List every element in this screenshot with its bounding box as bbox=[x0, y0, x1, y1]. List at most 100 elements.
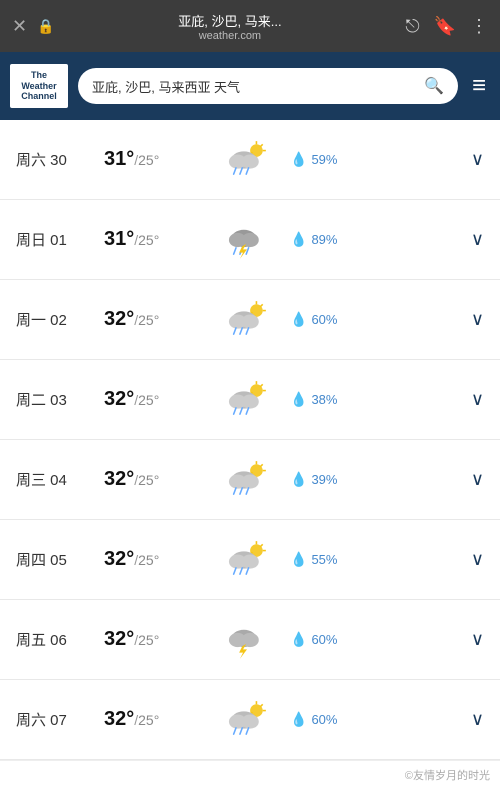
temp-high: 32° bbox=[104, 708, 134, 730]
temp-high: 31° bbox=[104, 228, 134, 250]
precip-value: 60% bbox=[311, 312, 337, 327]
temp-low: 25° bbox=[138, 712, 159, 728]
search-icon: 🔍 bbox=[424, 76, 444, 96]
temp-high: 32° bbox=[104, 628, 134, 650]
expand-chevron-icon[interactable]: ∨ bbox=[471, 469, 484, 490]
watermark: ©友情岁月的时光 bbox=[0, 760, 500, 789]
temp-high: 31° bbox=[104, 148, 134, 170]
day-label: 周二 03 bbox=[16, 389, 96, 410]
precipitation-label: 💧 89% bbox=[290, 231, 350, 248]
temp-low: 25° bbox=[138, 312, 159, 328]
logo-weather-text: Weather bbox=[21, 81, 56, 92]
expand-chevron-icon[interactable]: ∨ bbox=[471, 309, 484, 330]
hamburger-menu-icon[interactable]: ≡ bbox=[468, 68, 490, 104]
weather-channel-logo[interactable]: The Weather Channel bbox=[10, 64, 68, 108]
raindrop-icon: 💧 bbox=[290, 631, 307, 648]
temp-high: 32° bbox=[104, 388, 134, 410]
raindrop-icon: 💧 bbox=[290, 151, 307, 168]
precip-value: 55% bbox=[311, 552, 337, 567]
weather-row[interactable]: 周六 30 31°/25° 💧 59% ∨ bbox=[0, 120, 500, 200]
weather-row[interactable]: 周二 03 32°/25° 💧 38% ∨ bbox=[0, 360, 500, 440]
weather-condition-icon bbox=[212, 138, 282, 182]
day-label: 周四 05 bbox=[16, 549, 96, 570]
expand-chevron-icon[interactable]: ∨ bbox=[471, 549, 484, 570]
url-area: 亚庇, 沙巴, 马来... weather.com bbox=[65, 11, 396, 42]
expand-chevron-icon[interactable]: ∨ bbox=[471, 229, 484, 250]
weather-row[interactable]: 周一 02 32°/25° 💧 60% ∨ bbox=[0, 280, 500, 360]
temp-label: 31°/25° bbox=[104, 228, 204, 251]
search-bar[interactable]: 亚庇, 沙巴, 马来西亚 天气 🔍 bbox=[78, 68, 458, 104]
temp-label: 32°/25° bbox=[104, 308, 204, 331]
precip-value: 89% bbox=[311, 232, 337, 247]
expand-chevron-icon[interactable]: ∨ bbox=[471, 389, 484, 410]
precip-value: 60% bbox=[311, 632, 337, 647]
temp-low: 25° bbox=[138, 632, 159, 648]
weather-forecast-list: 周六 30 31°/25° 💧 59% ∨ 周日 01 31°/25° bbox=[0, 120, 500, 760]
temp-high: 32° bbox=[104, 308, 134, 330]
raindrop-icon: 💧 bbox=[290, 231, 307, 248]
search-query-text: 亚庇, 沙巴, 马来西亚 天气 bbox=[92, 77, 240, 96]
raindrop-icon: 💧 bbox=[290, 471, 307, 488]
precip-value: 60% bbox=[311, 712, 337, 727]
day-label: 周六 30 bbox=[16, 149, 96, 170]
weather-condition-icon bbox=[212, 298, 282, 342]
close-tab-icon[interactable]: ✕ bbox=[12, 16, 27, 37]
weather-condition-icon bbox=[212, 698, 282, 742]
temp-low: 25° bbox=[138, 472, 159, 488]
site-navbar: The Weather Channel 亚庇, 沙巴, 马来西亚 天气 🔍 ≡ bbox=[0, 52, 500, 120]
day-label: 周五 06 bbox=[16, 629, 96, 650]
raindrop-icon: 💧 bbox=[290, 551, 307, 568]
share-icon[interactable]: ⎋ bbox=[405, 16, 419, 37]
temp-low: 25° bbox=[138, 232, 159, 248]
temp-low: 25° bbox=[138, 392, 159, 408]
precipitation-label: 💧 60% bbox=[290, 711, 350, 728]
temp-high: 32° bbox=[104, 468, 134, 490]
weather-row[interactable]: 周五 06 32°/25° 💧 60% ∨ bbox=[0, 600, 500, 680]
precip-value: 39% bbox=[311, 472, 337, 487]
day-label: 周六 07 bbox=[16, 709, 96, 730]
weather-condition-icon bbox=[212, 218, 282, 262]
temp-label: 31°/25° bbox=[104, 148, 204, 171]
expand-chevron-icon[interactable]: ∨ bbox=[471, 709, 484, 730]
temp-low: 25° bbox=[138, 552, 159, 568]
weather-row[interactable]: 周四 05 32°/25° 💧 55% ∨ bbox=[0, 520, 500, 600]
temp-label: 32°/25° bbox=[104, 708, 204, 731]
day-label: 周一 02 bbox=[16, 309, 96, 330]
precipitation-label: 💧 38% bbox=[290, 391, 350, 408]
precipitation-label: 💧 55% bbox=[290, 551, 350, 568]
domain-label: weather.com bbox=[199, 30, 261, 42]
precipitation-label: 💧 59% bbox=[290, 151, 350, 168]
temp-label: 32°/25° bbox=[104, 628, 204, 651]
weather-row[interactable]: 周三 04 32°/25° 💧 39% ∨ bbox=[0, 440, 500, 520]
logo-channel-text: Channel bbox=[21, 91, 57, 102]
weather-row[interactable]: 周六 07 32°/25° 💧 60% ∨ bbox=[0, 680, 500, 760]
expand-chevron-icon[interactable]: ∨ bbox=[471, 149, 484, 170]
temp-label: 32°/25° bbox=[104, 548, 204, 571]
page-title: 亚庇, 沙巴, 马来... bbox=[178, 11, 281, 30]
weather-condition-icon bbox=[212, 538, 282, 582]
temp-high: 32° bbox=[104, 548, 134, 570]
expand-chevron-icon[interactable]: ∨ bbox=[471, 629, 484, 650]
precipitation-label: 💧 60% bbox=[290, 631, 350, 648]
day-label: 周日 01 bbox=[16, 229, 96, 250]
browser-chrome: ✕ 🔒 亚庇, 沙巴, 马来... weather.com ⎋ 🔖 ⋮ bbox=[0, 0, 500, 52]
precipitation-label: 💧 60% bbox=[290, 311, 350, 328]
temp-label: 32°/25° bbox=[104, 388, 204, 411]
weather-condition-icon bbox=[212, 618, 282, 662]
logo-the-text: The bbox=[31, 70, 47, 81]
temp-low: 25° bbox=[138, 152, 159, 168]
raindrop-icon: 💧 bbox=[290, 391, 307, 408]
more-icon[interactable]: ⋮ bbox=[470, 16, 488, 37]
precipitation-label: 💧 39% bbox=[290, 471, 350, 488]
weather-condition-icon bbox=[212, 458, 282, 502]
raindrop-icon: 💧 bbox=[290, 711, 307, 728]
raindrop-icon: 💧 bbox=[290, 311, 307, 328]
weather-condition-icon bbox=[212, 378, 282, 422]
bookmark-icon[interactable]: 🔖 bbox=[434, 16, 456, 37]
lock-icon: 🔒 bbox=[37, 18, 54, 35]
precip-value: 59% bbox=[311, 152, 337, 167]
browser-action-icons: ⎋ 🔖 ⋮ bbox=[405, 16, 488, 37]
precip-value: 38% bbox=[311, 392, 337, 407]
day-label: 周三 04 bbox=[16, 469, 96, 490]
weather-row[interactable]: 周日 01 31°/25° 💧 89% ∨ bbox=[0, 200, 500, 280]
